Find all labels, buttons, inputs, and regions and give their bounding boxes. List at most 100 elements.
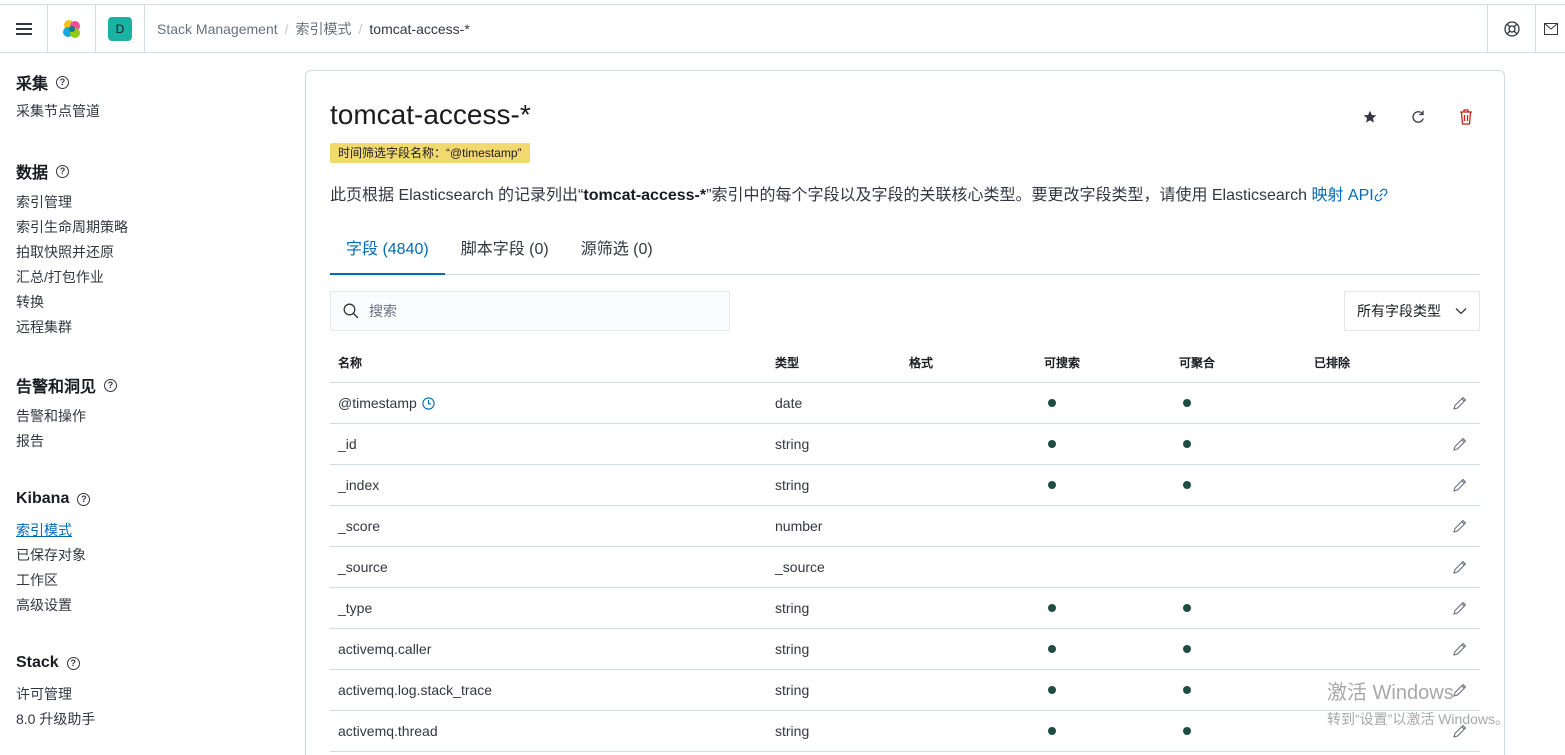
clock-icon — [422, 396, 435, 410]
field-name-cell: activemq.thread — [330, 723, 767, 739]
refresh-fields-button[interactable] — [1408, 107, 1428, 127]
breadcrumb-index-patterns[interactable]: 索引模式 — [296, 19, 352, 39]
edit-field-button[interactable] — [1441, 682, 1480, 698]
field-name-cell: _score — [330, 518, 767, 534]
sidebar-item-upgrade-assistant[interactable]: 8.0 升级助手 — [16, 707, 95, 732]
breadcrumb: Stack Management / 索引模式 / tomcat-access-… — [145, 19, 1487, 39]
check-dot-icon — [1048, 481, 1056, 489]
sidebar-item-remote-clusters[interactable]: 远程集群 — [16, 315, 128, 340]
search-input[interactable] — [369, 303, 709, 319]
field-name: _type — [338, 600, 373, 616]
field-aggregatable — [1171, 645, 1306, 653]
edit-field-button[interactable] — [1441, 559, 1480, 575]
pencil-icon — [1453, 396, 1467, 410]
column-header-searchable[interactable]: 可搜索 — [1036, 354, 1171, 371]
panel-actions — [1360, 107, 1476, 127]
column-header-excluded[interactable]: 已排除 — [1306, 354, 1441, 371]
check-dot-icon — [1183, 686, 1191, 694]
column-header-type[interactable]: 类型 — [767, 354, 901, 371]
field-name: _source — [338, 559, 388, 575]
tab-fields[interactable]: 字段 (4840) — [330, 231, 445, 275]
sidebar-item-index-patterns[interactable]: 索引模式 — [16, 518, 90, 543]
sidebar-item-advanced-settings[interactable]: 高级设置 — [16, 593, 90, 618]
column-header-format[interactable]: 格式 — [901, 354, 1036, 371]
lifebuoy-icon — [1503, 20, 1520, 37]
delete-pattern-button[interactable] — [1456, 107, 1476, 127]
field-searchable — [1036, 604, 1171, 612]
edit-field-button[interactable] — [1441, 641, 1480, 657]
mail-icon — [1543, 22, 1558, 35]
edit-field-button[interactable] — [1441, 518, 1480, 534]
sidebar-item-saved-objects[interactable]: 已保存对象 — [16, 543, 90, 568]
breadcrumb-stack-management[interactable]: Stack Management — [157, 21, 278, 37]
mapping-api-link-label: 映射 API — [1311, 187, 1374, 204]
side-group-data: 数据? 索引管理 索引生命周期策略 拍取快照并还原 汇总/打包作业 转换 远程集… — [16, 161, 128, 340]
search-icon — [343, 303, 359, 319]
side-group-alerts: 告警和洞见? 告警和操作 报告 — [16, 375, 118, 454]
column-header-aggregatable[interactable]: 可聚合 — [1171, 354, 1306, 371]
edit-field-button[interactable] — [1441, 395, 1480, 411]
edit-field-button[interactable] — [1441, 723, 1480, 739]
field-type: string — [775, 436, 810, 452]
column-header-name[interactable]: 名称 — [330, 354, 767, 371]
sidebar-item-snapshot-restore[interactable]: 拍取快照并还原 — [16, 240, 128, 265]
check-dot-icon — [1048, 604, 1056, 612]
table-row: activemq.caller string — [330, 629, 1480, 670]
side-nav: 采集? 采集节点管道 数据? 索引管理 索引生命周期策略 拍取快照并还原 汇总/… — [0, 54, 290, 755]
menu-button[interactable] — [0, 4, 48, 53]
field-type: date — [775, 395, 803, 411]
sidebar-item-index-management[interactable]: 索引管理 — [16, 190, 128, 215]
field-aggregatable — [1171, 604, 1306, 612]
help-menu-button[interactable] — [1487, 4, 1535, 53]
check-dot-icon — [1048, 727, 1056, 735]
field-name-cell: activemq.log.stack_trace — [330, 682, 767, 698]
help-icon[interactable]: ? — [56, 164, 70, 178]
field-searchable — [1036, 686, 1171, 694]
help-icon[interactable]: ? — [77, 492, 91, 506]
sidebar-item-transforms[interactable]: 转换 — [16, 290, 128, 315]
table-row: _index string — [330, 465, 1480, 506]
sidebar-item-spaces[interactable]: 工作区 — [16, 568, 90, 593]
field-aggregatable — [1171, 686, 1306, 694]
check-dot-icon — [1183, 604, 1191, 612]
edit-field-button[interactable] — [1441, 436, 1480, 452]
sidebar-item-reporting[interactable]: 报告 — [16, 429, 117, 454]
page-title: tomcat-access-* — [330, 99, 531, 130]
field-type: string — [775, 682, 810, 698]
sidebar-item-alerts-actions[interactable]: 告警和操作 — [16, 404, 117, 429]
description-text: 此页根据 Elasticsearch 的记录列出“ — [330, 187, 584, 204]
tab-scripted-fields[interactable]: 脚本字段 (0) — [445, 231, 565, 275]
field-name-cell: _source — [330, 559, 767, 575]
pencil-icon — [1453, 478, 1467, 492]
table-row: @timestamp date — [330, 383, 1480, 424]
sidebar-item-ilm-policies[interactable]: 索引生命周期策略 — [16, 215, 128, 240]
star-icon — [1363, 110, 1377, 123]
field-type: string — [775, 641, 810, 657]
page-description: 此页根据 Elasticsearch 的记录列出“tomcat-access-*… — [330, 181, 1388, 205]
edit-field-button[interactable] — [1441, 477, 1480, 493]
kibana-logo[interactable] — [48, 4, 96, 53]
field-name: @timestamp — [338, 395, 417, 411]
check-dot-icon — [1048, 645, 1056, 653]
tab-source-filters[interactable]: 源筛选 (0) — [565, 231, 669, 275]
help-icon[interactable]: ? — [66, 656, 80, 670]
sidebar-item-rollup-jobs[interactable]: 汇总/打包作业 — [16, 265, 128, 290]
help-icon[interactable]: ? — [104, 378, 118, 392]
pencil-icon — [1453, 642, 1467, 656]
field-name: activemq.thread — [338, 723, 438, 739]
mapping-api-link[interactable]: 映射 API — [1311, 187, 1388, 204]
table-header: 名称 类型 格式 可搜索 可聚合 已排除 — [330, 343, 1480, 383]
check-dot-icon — [1183, 399, 1191, 407]
set-default-button[interactable] — [1360, 107, 1380, 127]
newsfeed-button[interactable] — [1535, 4, 1565, 53]
table-row: _id string — [330, 424, 1480, 465]
space-selector[interactable]: D — [96, 4, 145, 53]
field-type-filter[interactable]: 所有字段类型 — [1344, 291, 1480, 331]
field-type: _source — [775, 559, 825, 575]
search-box — [330, 291, 730, 331]
help-icon[interactable]: ? — [56, 75, 70, 89]
edit-field-button[interactable] — [1441, 600, 1480, 616]
sidebar-item-license-management[interactable]: 许可管理 — [16, 682, 95, 707]
check-dot-icon — [1048, 686, 1056, 694]
sidebar-item-ingest-pipelines[interactable]: 采集节点管道 — [16, 99, 100, 124]
